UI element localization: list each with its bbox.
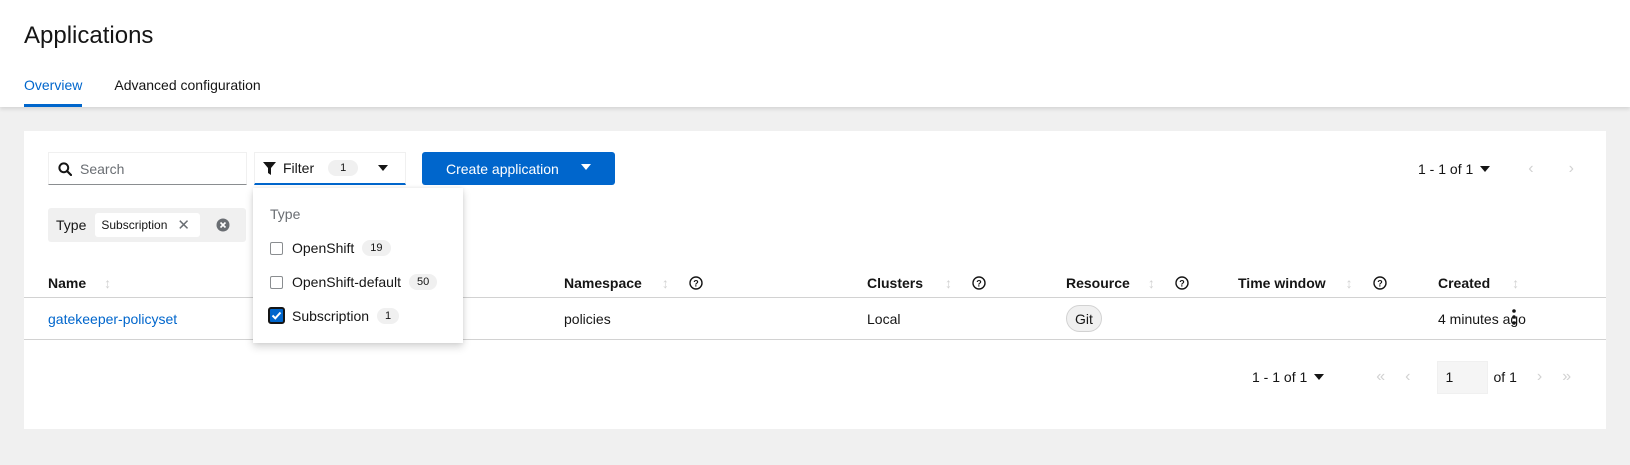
filter-chip: Subscription ✕ (95, 213, 200, 237)
help-icon[interactable]: ? (1175, 276, 1189, 290)
page-of-label: of 1 (1493, 369, 1517, 385)
chip-label: Subscription (101, 218, 168, 232)
checkbox-checked[interactable] (268, 307, 285, 324)
column-header-name[interactable]: Name ↕ (48, 275, 111, 291)
previous-page-icon[interactable]: ‹ (1528, 160, 1533, 178)
column-header-namespace[interactable]: Namespace ↕ ? (564, 275, 703, 291)
search-box[interactable] (48, 152, 247, 185)
namespace-cell: policies (564, 311, 611, 327)
filter-toggle[interactable]: Filter 1 (254, 152, 406, 185)
resource-label: Git (1066, 305, 1102, 332)
last-page-icon[interactable]: » (1562, 368, 1571, 386)
caret-down-icon[interactable] (581, 164, 591, 170)
column-header-time-window[interactable]: Time window ↕ ? (1238, 275, 1387, 291)
chip-category-label: Type (56, 217, 87, 233)
next-page-icon[interactable]: › (1537, 368, 1542, 386)
create-application-button[interactable]: Create application (422, 152, 615, 185)
checkbox[interactable] (270, 241, 283, 255)
sort-icon[interactable]: ↕ (945, 275, 952, 291)
create-application-label: Create application (446, 160, 559, 177)
count-badge: 50 (408, 274, 438, 290)
column-label: Name (48, 275, 87, 291)
pagination-range: 1 - 1 of 1 (1418, 160, 1474, 177)
help-icon[interactable]: ? (972, 276, 986, 290)
sort-icon[interactable]: ↕ (662, 275, 669, 291)
filter-icon (263, 161, 276, 175)
pagination-range: 1 - 1 of 1 (1252, 369, 1308, 385)
sort-icon[interactable]: ↕ (1346, 275, 1353, 291)
column-label: Created (1438, 275, 1491, 291)
tabs: Overview Advanced configuration (24, 78, 261, 107)
column-label: Resource (1066, 275, 1130, 291)
clear-chips-icon[interactable] (216, 218, 230, 232)
first-page-icon[interactable]: « (1376, 368, 1385, 386)
clusters-cell: Local (867, 311, 901, 327)
sort-icon[interactable]: ↕ (1148, 275, 1155, 291)
column-label: Namespace (564, 275, 642, 291)
caret-down-icon (1480, 165, 1491, 172)
filter-option-openshift-default[interactable]: OpenShift-default 50 (270, 274, 438, 290)
tab-advanced-configuration[interactable]: Advanced configuration (114, 78, 260, 107)
filter-count-badge: 1 (328, 160, 359, 176)
page-number-input[interactable] (1436, 360, 1488, 394)
filter-group-title: Type (270, 206, 301, 222)
svg-text:?: ? (1377, 279, 1383, 289)
svg-text:?: ? (693, 279, 699, 289)
kebab-menu-icon[interactable] (1512, 309, 1516, 325)
pagination-top: 1 - 1 of 1 ‹ › (1418, 152, 1574, 185)
column-header-created[interactable]: Created ↕ (1438, 275, 1519, 291)
filter-option-label: Subscription (292, 307, 370, 324)
checkbox[interactable] (270, 275, 283, 289)
help-icon[interactable]: ? (689, 276, 703, 290)
pagination-bottom: 1 - 1 of 1 « ‹ of 1 › » (1252, 360, 1571, 394)
application-name-link[interactable]: gatekeeper-policyset (48, 311, 177, 327)
pagination-toggle[interactable]: 1 - 1 of 1 (1252, 369, 1325, 385)
column-label: Time window (1238, 275, 1326, 291)
filter-option-subscription[interactable]: Subscription 1 (268, 307, 400, 324)
search-input[interactable] (80, 160, 240, 177)
sort-icon[interactable]: ↕ (104, 275, 111, 291)
column-label: Clusters (867, 275, 924, 291)
filter-option-openshift[interactable]: OpenShift 19 (270, 240, 391, 256)
previous-page-icon[interactable]: ‹ (1405, 368, 1410, 386)
check-icon (271, 311, 282, 320)
svg-text:?: ? (1179, 279, 1185, 289)
pagination-toggle[interactable]: 1 - 1 of 1 (1418, 160, 1491, 177)
help-icon[interactable]: ? (1372, 276, 1387, 290)
filter-dropdown-menu: Type OpenShift 19 OpenShift-default 50 S… (253, 188, 463, 343)
tab-overview[interactable]: Overview (24, 78, 83, 107)
caret-down-icon (1314, 374, 1325, 380)
filter-label: Filter (283, 160, 315, 176)
svg-text:?: ? (976, 279, 982, 289)
count-badge: 19 (362, 240, 391, 256)
count-badge: 1 (377, 307, 400, 324)
search-icon (58, 161, 72, 176)
column-header-resource[interactable]: Resource ↕ ? (1066, 275, 1189, 291)
page-title: Applications (24, 22, 154, 49)
caret-down-icon (378, 165, 388, 171)
page-header: Applications Overview Advanced configura… (0, 0, 1630, 107)
close-icon[interactable]: ✕ (177, 218, 190, 233)
column-header-clusters[interactable]: Clusters ↕ ? (867, 275, 986, 291)
sort-icon[interactable]: ↕ (1512, 275, 1519, 291)
filter-option-label: OpenShift (292, 240, 355, 256)
next-page-icon[interactable]: › (1569, 160, 1574, 178)
filter-option-label: OpenShift-default (292, 274, 401, 290)
filter-chip-group: Type Subscription ✕ (48, 208, 246, 242)
